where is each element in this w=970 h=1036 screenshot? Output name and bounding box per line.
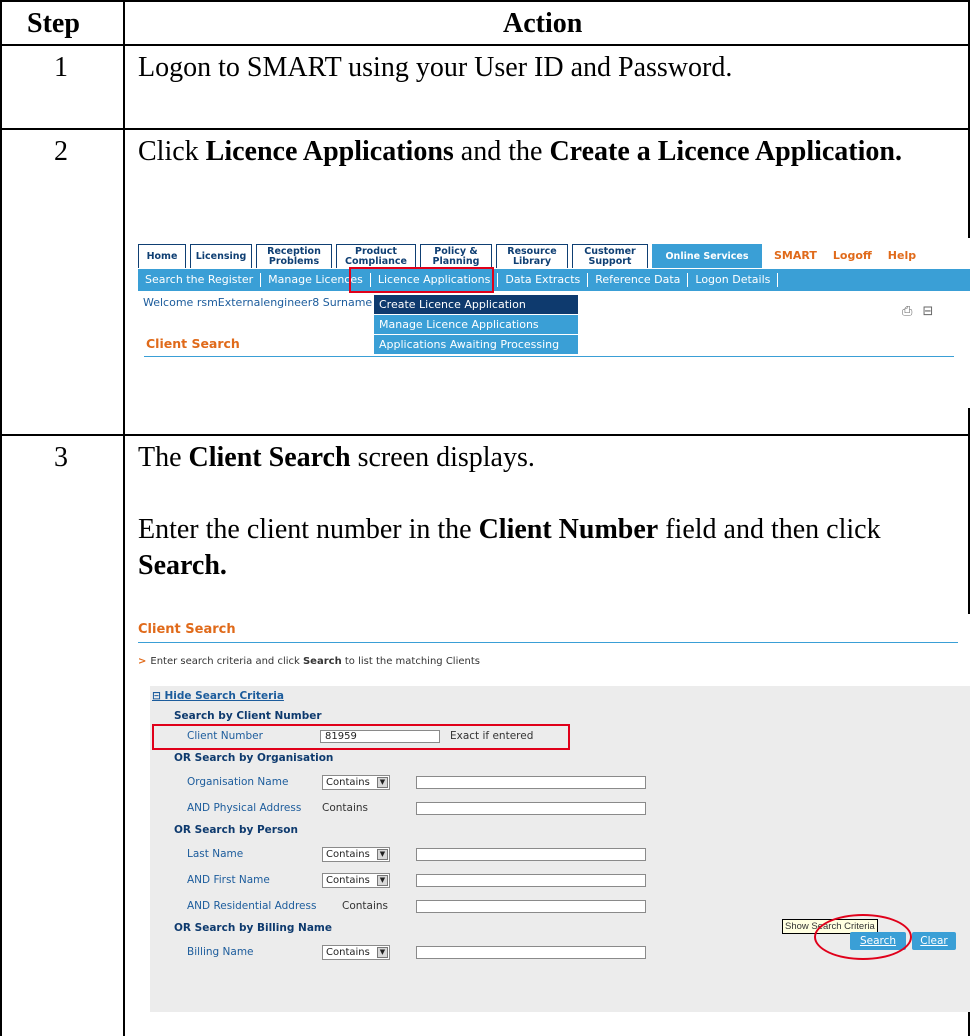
- billing-name-input[interactable]: [416, 946, 646, 959]
- last-name-input[interactable]: [416, 848, 646, 861]
- physical-address-input[interactable]: [416, 802, 646, 815]
- help-link[interactable]: Help: [879, 244, 925, 268]
- dropdown-arrow-icon: ▼: [377, 849, 388, 860]
- clear-button[interactable]: Clear: [912, 932, 956, 950]
- header-step: Step: [27, 8, 80, 39]
- highlight-ellipse: [814, 914, 912, 960]
- print-icon[interactable]: ⎙ ⊟: [902, 304, 936, 319]
- residential-address-match: Contains: [342, 900, 389, 912]
- dropdown-create-licence-application[interactable]: Create Licence Application: [374, 295, 578, 315]
- procedure-table: Step Action 1 Logon to SMART using your …: [0, 0, 970, 1036]
- first-name-input[interactable]: [416, 874, 646, 887]
- tab-home[interactable]: Home: [138, 244, 186, 268]
- header-action: Action: [503, 8, 583, 39]
- section-organisation: OR Search by Organisation: [174, 752, 334, 764]
- licence-applications-dropdown: Create Licence Application Manage Licenc…: [374, 295, 578, 355]
- arrow-icon: >: [138, 656, 147, 667]
- last-name-label: Last Name: [187, 848, 244, 860]
- dropdown-manage-licence-applications[interactable]: Manage Licence Applications: [374, 315, 578, 335]
- step-text: Click Licence Applications and the Creat…: [138, 136, 902, 167]
- section-client-number: Search by Client Number: [174, 710, 322, 722]
- tab-reception-problems[interactable]: Reception Problems: [256, 244, 332, 268]
- step-text: Logon to SMART using your User ID and Pa…: [138, 52, 733, 83]
- title-underline: [144, 356, 954, 357]
- welcome-message: Welcome rsmExternalengineer8 Surname: [143, 296, 373, 309]
- table-row-divider: [0, 44, 970, 46]
- submenu-reference-data[interactable]: Reference Data: [588, 273, 689, 287]
- section-person: OR Search by Person: [174, 824, 298, 836]
- table-border-top: [0, 0, 970, 2]
- search-criteria-panel: ⊟ Hide Search Criteria Search by Client …: [150, 686, 970, 1012]
- tab-online-services[interactable]: Online Services: [652, 244, 762, 268]
- hide-search-criteria-link[interactable]: ⊟ Hide Search Criteria: [152, 690, 284, 702]
- first-name-label: AND First Name: [187, 874, 270, 886]
- client-search-title: Client Search: [138, 622, 236, 637]
- table-column-divider: [123, 0, 125, 1036]
- highlight-box: [349, 267, 494, 293]
- search-instruction: > Enter search criteria and click Search …: [138, 656, 480, 667]
- highlight-box: [152, 724, 570, 750]
- organisation-name-input[interactable]: [416, 776, 646, 789]
- tab-product-compliance[interactable]: Product Compliance: [336, 244, 416, 268]
- client-search-screenshot: Client Search > Enter search criteria and…: [138, 614, 970, 1012]
- billing-name-label: Billing Name: [187, 946, 254, 958]
- organisation-match-select[interactable]: Contains ▼: [322, 775, 390, 790]
- submenu-data-extracts[interactable]: Data Extracts: [498, 273, 589, 287]
- physical-address-match: Contains: [322, 802, 369, 814]
- last-name-match-select[interactable]: Contains ▼: [322, 847, 390, 862]
- step-number: 2: [54, 136, 68, 167]
- first-name-match-select[interactable]: Contains ▼: [322, 873, 390, 888]
- logoff-link[interactable]: Logoff: [824, 244, 880, 268]
- step-number: 1: [54, 52, 68, 83]
- menu-screenshot: Home Licensing Reception Problems Produc…: [138, 238, 970, 408]
- section-billing: OR Search by Billing Name: [174, 922, 332, 934]
- organisation-name-label: Organisation Name: [187, 776, 289, 788]
- submenu-search-register[interactable]: Search the Register: [138, 273, 262, 287]
- step-text: The Client Search screen displays.: [138, 442, 535, 473]
- table-row-divider: [0, 434, 970, 436]
- dropdown-arrow-icon: ▼: [377, 777, 388, 788]
- billing-name-match-select[interactable]: Contains ▼: [322, 945, 390, 960]
- page-title: Client Search: [146, 336, 240, 351]
- residential-address-label: AND Residential Address: [187, 900, 317, 912]
- table-border-left: [0, 0, 2, 1036]
- smart-link[interactable]: SMART: [766, 244, 825, 268]
- sub-navigation: Search the Register Manage Licences Lice…: [138, 269, 970, 291]
- submenu-logon-details[interactable]: Logon Details: [688, 273, 779, 287]
- tab-customer-support[interactable]: Customer Support: [572, 244, 648, 268]
- physical-address-label: AND Physical Address: [187, 802, 302, 814]
- residential-address-input[interactable]: [416, 900, 646, 913]
- step-number: 3: [54, 442, 68, 473]
- dropdown-arrow-icon: ▼: [377, 947, 388, 958]
- step-text: Enter the client number in the Client Nu…: [138, 514, 881, 581]
- tab-licensing[interactable]: Licensing: [190, 244, 252, 268]
- dropdown-arrow-icon: ▼: [377, 875, 388, 886]
- top-nav-tabs: Home Licensing Reception Problems Produc…: [138, 244, 925, 270]
- tab-resource-library[interactable]: Resource Library: [496, 244, 568, 268]
- collapse-icon: ⊟: [152, 690, 165, 702]
- dropdown-applications-awaiting[interactable]: Applications Awaiting Processing: [374, 335, 578, 355]
- table-row-divider: [0, 128, 970, 130]
- tab-policy-planning[interactable]: Policy & Planning: [420, 244, 492, 268]
- title-underline: [138, 642, 958, 643]
